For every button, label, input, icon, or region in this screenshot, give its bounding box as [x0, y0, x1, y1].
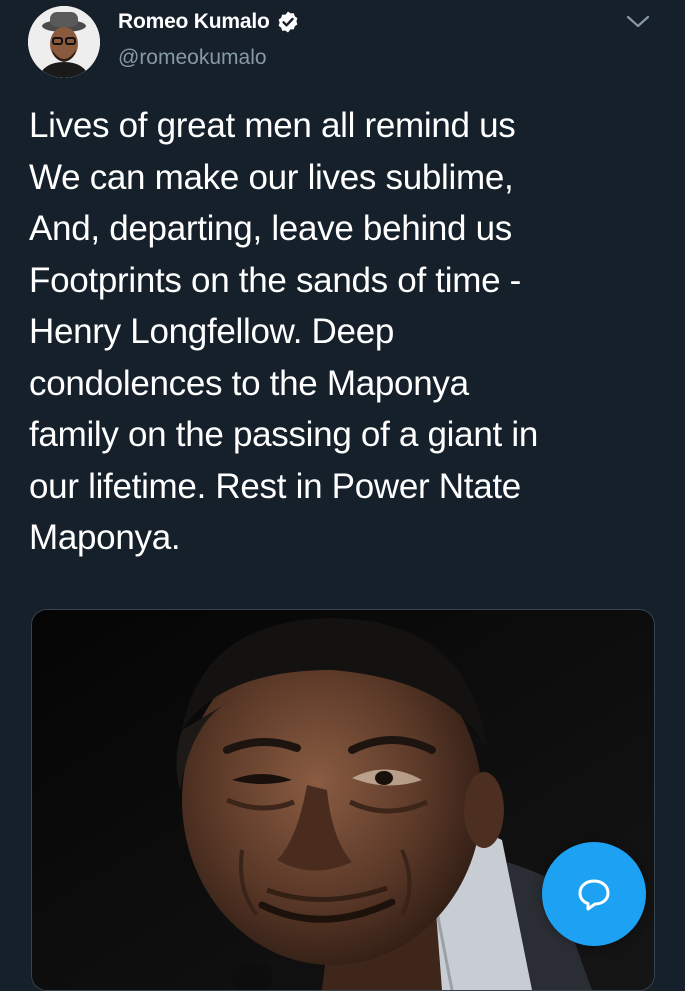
compose-reply-button[interactable]	[542, 842, 646, 946]
tweet-text: Lives of great men all remind us We can …	[29, 106, 538, 557]
author-handle[interactable]: @romeokumalo	[118, 46, 267, 70]
tweet: Romeo Kumalo @romeokumalo Lives of great…	[0, 0, 685, 991]
chevron-down-icon[interactable]	[625, 12, 651, 32]
author-name-row[interactable]: Romeo Kumalo	[118, 10, 300, 34]
compose-reply-icon	[578, 879, 610, 911]
avatar-photo	[28, 6, 100, 78]
author-avatar[interactable]	[28, 6, 100, 78]
verified-badge-icon	[276, 10, 300, 34]
author-display-name[interactable]: Romeo Kumalo	[118, 10, 270, 34]
